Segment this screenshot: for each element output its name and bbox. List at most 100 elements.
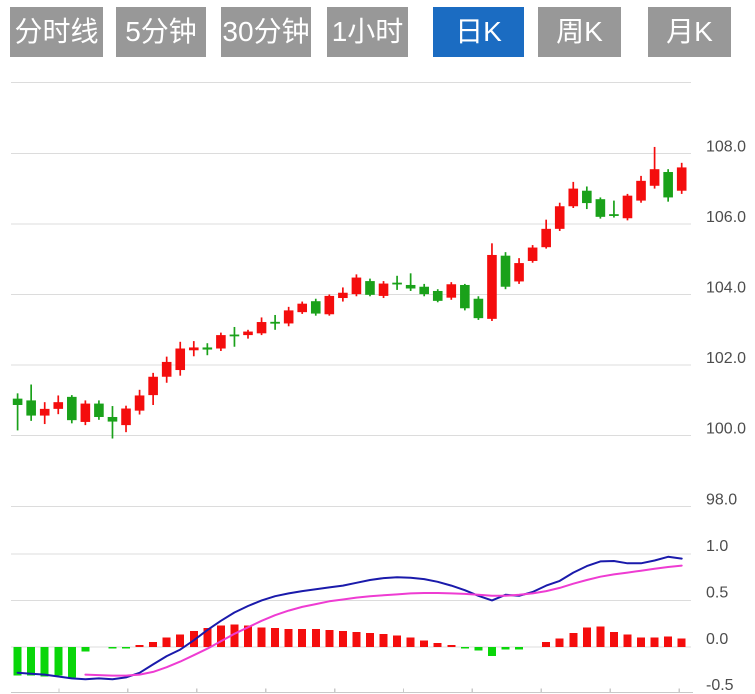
candle-body <box>67 397 77 420</box>
macd-histogram-bar <box>488 647 496 656</box>
candle-body <box>623 196 633 219</box>
candle-body <box>609 214 619 216</box>
macd-histogram-bar <box>14 647 22 676</box>
candle-body <box>650 169 660 186</box>
macd-lines <box>18 557 682 680</box>
price-axis-label: 106.0 <box>706 209 746 226</box>
candle-body <box>568 189 578 207</box>
macd-histogram-bar <box>163 638 171 647</box>
price-axis-label: 108.0 <box>706 138 746 155</box>
macd-histogram-bar <box>407 638 415 647</box>
price-axis-label: 102.0 <box>706 350 746 367</box>
macd-histogram-bar <box>651 638 659 647</box>
macd-histogram-bar <box>664 637 672 647</box>
price-axis-label: 98.0 <box>706 491 737 508</box>
candle-body <box>203 347 213 349</box>
macd-histogram-bar <box>108 647 116 649</box>
candle-body <box>175 349 185 371</box>
macd-histogram-bar <box>176 635 184 647</box>
macd-axis-label: 0.5 <box>706 584 728 601</box>
tab-daily-k[interactable]: 日K <box>433 7 524 57</box>
tab-weekly-k[interactable]: 周K <box>538 7 621 57</box>
macd-histogram-bar <box>136 645 144 647</box>
macd-histogram-bar <box>623 635 631 647</box>
candle-body <box>433 291 443 301</box>
macd-histogram-bar <box>271 628 279 647</box>
macd-histogram-bar <box>81 647 89 652</box>
candle-body <box>677 167 687 190</box>
candle-body <box>460 285 470 308</box>
candle-body <box>13 399 23 405</box>
candle-body <box>162 362 172 377</box>
candle-body <box>108 417 118 422</box>
candle-body <box>297 304 307 312</box>
macd-axis-label: -0.5 <box>706 677 734 694</box>
candle-body <box>121 409 131 426</box>
macd-histogram-bar <box>474 647 482 651</box>
macd-histogram-bar <box>420 640 428 646</box>
tab-30min[interactable]: 30分钟 <box>221 7 311 57</box>
candle-body <box>514 263 524 281</box>
candle-body <box>541 229 551 247</box>
candle-body <box>216 335 226 348</box>
candle-body <box>325 296 335 314</box>
macd-histogram-bar <box>325 630 333 647</box>
candle-body <box>446 284 456 297</box>
macd-histogram-bar <box>596 626 604 646</box>
candle-body <box>53 402 63 409</box>
macd-axis-label: 1.0 <box>706 538 728 555</box>
dif-line <box>18 557 682 680</box>
macd-histogram-bar <box>461 647 469 649</box>
macd-histogram-bar <box>434 643 442 647</box>
macd-histogram-bar <box>637 638 645 647</box>
candle-body <box>270 322 280 324</box>
tab-timeline[interactable]: 分时线 <box>10 7 103 57</box>
candle-body <box>135 395 145 410</box>
macd-histogram-bar <box>68 647 76 678</box>
candle-body <box>284 310 294 323</box>
candle-body <box>40 409 50 416</box>
tab-1hour[interactable]: 1小时 <box>327 7 408 57</box>
macd-histogram-bar <box>149 642 157 647</box>
macd-histogram-bar <box>54 647 62 676</box>
candle-body <box>636 181 646 201</box>
macd-histogram-bar <box>258 627 266 646</box>
gridlines <box>11 83 691 647</box>
tab-monthly-k[interactable]: 月K <box>648 7 731 57</box>
macd-histogram-bar <box>542 642 550 647</box>
macd-histogram-bar <box>285 629 293 647</box>
macd-axis-label: 0.0 <box>706 631 728 648</box>
candle-body <box>257 322 267 333</box>
macd-histogram-bar <box>556 638 564 646</box>
candle-body <box>189 347 199 350</box>
macd-histogram-bar <box>41 647 49 677</box>
price-axis-label: 104.0 <box>706 280 746 297</box>
candle-body <box>392 283 402 285</box>
candle-body <box>582 191 592 203</box>
price-axis-label: 100.0 <box>706 421 746 438</box>
macd-histogram-bar <box>27 647 35 676</box>
tab-5min[interactable]: 5分钟 <box>116 7 206 57</box>
macd-histogram-bar <box>583 627 591 646</box>
candle-body <box>148 377 158 395</box>
macd-histogram-bar <box>447 645 455 647</box>
candle-body <box>365 281 375 295</box>
candle-body <box>474 299 484 318</box>
candle-body <box>555 206 565 229</box>
candle-body <box>26 400 36 415</box>
macd-histogram-bar <box>515 647 523 650</box>
macd-histogram-bar <box>569 633 577 647</box>
macd-histogram-bar <box>366 633 374 647</box>
candle-body <box>94 404 104 417</box>
candle-body <box>379 284 389 296</box>
candle-body <box>311 301 321 313</box>
price-panel-candles <box>13 147 687 439</box>
candle-body <box>487 255 497 319</box>
macd-histogram-bar <box>298 629 306 647</box>
candle-body <box>338 293 348 298</box>
macd-histogram-bar <box>678 638 686 646</box>
dea-line <box>85 566 681 676</box>
candle-body <box>663 172 673 197</box>
macd-histogram-bar <box>502 647 510 650</box>
kline-chart-app: 分时线 5分钟 30分钟 1小时日K 周K 月K 108.0 106.0 104.0 102.0… <box>0 0 755 694</box>
